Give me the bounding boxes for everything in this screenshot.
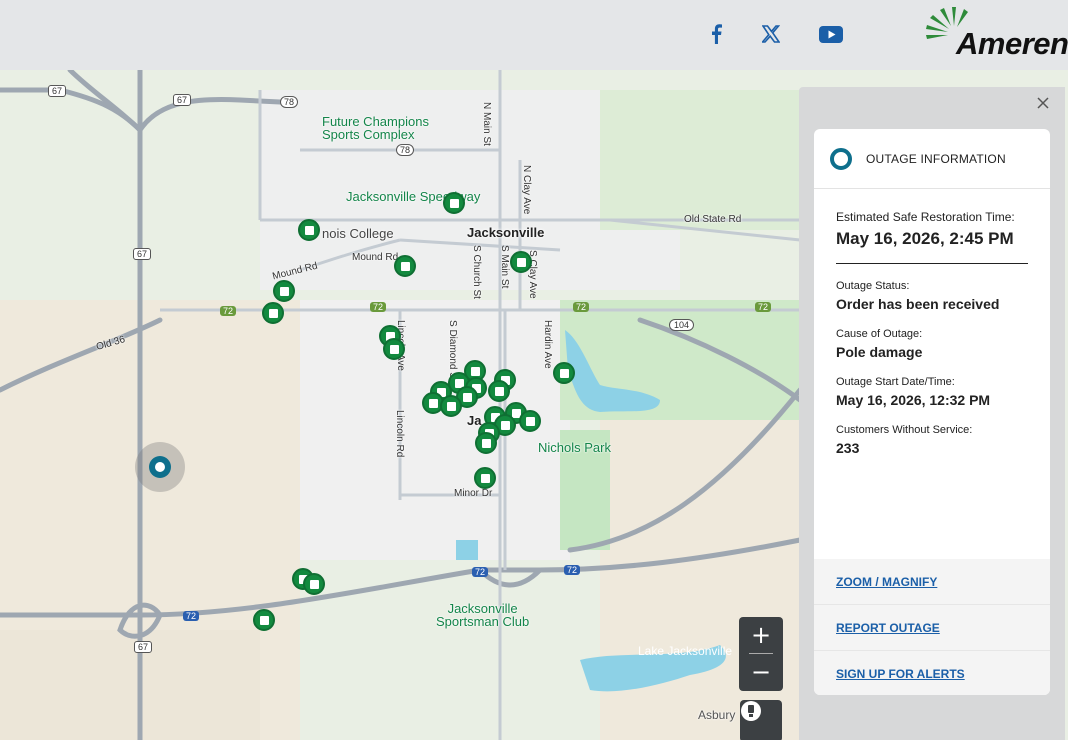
report-outage-link[interactable]: REPORT OUTAGE: [814, 605, 1050, 651]
road-label: N Main St: [481, 102, 492, 146]
city-label: Jacksonville: [467, 225, 545, 240]
zoom-out-button[interactable]: −: [739, 654, 783, 690]
route-shield: 72: [220, 306, 237, 316]
status-value: Order has been received: [836, 296, 1000, 312]
cause-label: Cause of Outage:: [836, 328, 923, 340]
road-label: Mound Rd: [352, 252, 399, 263]
x-icon[interactable]: [757, 20, 785, 48]
lake-label: Lake Jacksonville: [638, 644, 733, 658]
road-label: S Main St: [499, 245, 510, 289]
start-label: Outage Start Date/Time:: [836, 376, 955, 388]
route-shield: 72: [370, 302, 387, 312]
route-shield: 67: [48, 85, 67, 97]
road-label: Minor Dr: [454, 488, 493, 499]
card-header: OUTAGE INFORMATION: [814, 129, 1050, 189]
customers-label: Customers Without Service:: [836, 424, 973, 436]
outage-marker[interactable]: [303, 573, 325, 595]
restoration-value: May 16, 2026, 2:45 PM: [836, 229, 1014, 248]
outage-marker[interactable]: [394, 255, 416, 277]
card-body: Estimated Safe Restoration Time: May 16,…: [814, 189, 1050, 456]
outage-marker[interactable]: [440, 395, 462, 417]
youtube-icon[interactable]: [817, 20, 845, 48]
outage-marker[interactable]: [273, 280, 295, 302]
route-shield: 72: [564, 565, 581, 575]
poi-nichols-park[interactable]: Nichols Park: [538, 441, 611, 454]
close-icon[interactable]: [1035, 95, 1051, 111]
poi-college[interactable]: nois College: [322, 227, 394, 240]
road-label: S Church St: [471, 245, 482, 299]
road-label: Hardin Ave: [542, 320, 553, 369]
map-legend-icon: [741, 701, 761, 721]
route-shield: 72: [755, 302, 772, 312]
route-shield: 67: [134, 641, 153, 653]
route-shield: 104: [669, 319, 695, 331]
route-shield: 72: [183, 611, 200, 621]
panel-links: ZOOM / MAGNIFY REPORT OUTAGE SIGN UP FOR…: [814, 559, 1050, 695]
road-label: Old State Rd: [684, 214, 742, 225]
outage-marker[interactable]: [553, 362, 575, 384]
legend-button[interactable]: [740, 700, 782, 740]
outage-card: OUTAGE INFORMATION Estimated Safe Restor…: [814, 129, 1050, 695]
zoom-magnify-link[interactable]: ZOOM / MAGNIFY: [814, 559, 1050, 605]
route-shield: 67: [133, 248, 152, 260]
outage-marker[interactable]: [262, 302, 284, 324]
poi-label: Sportsman Club: [436, 614, 530, 629]
outage-marker[interactable]: [383, 338, 405, 360]
customers-value: 233: [836, 440, 860, 456]
logo-text: Ameren: [956, 26, 1068, 61]
zoom-in-button[interactable]: +: [739, 617, 783, 653]
town-label: Asbury: [698, 708, 736, 722]
outage-marker[interactable]: [510, 251, 532, 273]
route-shield: 72: [472, 567, 489, 577]
panel-title: OUTAGE INFORMATION: [866, 151, 1006, 166]
restoration-label: Estimated Safe Restoration Time:: [836, 210, 1015, 224]
sign-up-alerts-link[interactable]: SIGN UP FOR ALERTS: [814, 651, 1050, 695]
poi-future-champions[interactable]: Future Champions Sports Complex: [322, 115, 429, 141]
selected-outage-marker[interactable]: [149, 456, 171, 478]
route-shield: 72: [573, 302, 590, 312]
cause-value: Pole damage: [836, 344, 923, 360]
outage-status-icon: [830, 147, 852, 170]
zoom-control: + −: [739, 617, 783, 691]
status-label: Outage Status:: [836, 280, 910, 292]
ameren-logo[interactable]: Ameren: [924, 4, 1068, 66]
outage-marker[interactable]: [488, 380, 510, 402]
outage-marker[interactable]: [475, 432, 497, 454]
site-header: Ameren: [0, 0, 1068, 70]
outage-panel: OUTAGE INFORMATION Estimated Safe Restor…: [799, 87, 1065, 740]
outage-marker[interactable]: [298, 219, 320, 241]
route-shield: 67: [173, 94, 192, 106]
start-value: May 16, 2026, 12:32 PM: [836, 392, 991, 408]
route-shield: 78: [396, 144, 415, 156]
facebook-icon[interactable]: [702, 20, 730, 48]
road-label: N Clay Ave: [521, 165, 532, 215]
outage-marker[interactable]: [519, 410, 541, 432]
road-label: Lincoln Rd: [394, 410, 405, 458]
outage-marker[interactable]: [253, 609, 275, 631]
outage-marker[interactable]: [474, 467, 496, 489]
poi-sportsman-club[interactable]: Jacksonville Sportsman Club: [436, 602, 529, 628]
divider: [836, 263, 1028, 264]
outage-marker[interactable]: [443, 192, 465, 214]
poi-label: Sports Complex: [322, 127, 415, 142]
route-shield: 78: [280, 96, 299, 108]
